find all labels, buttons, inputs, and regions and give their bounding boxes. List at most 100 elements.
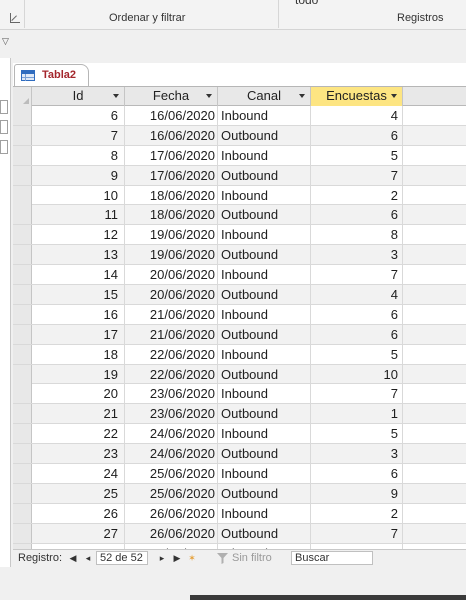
cell-id[interactable]: 13 [32, 245, 125, 265]
table-row[interactable]: 27 26/06/2020 Outbound 7 [13, 523, 466, 544]
cell-encuestas[interactable]: 7 [311, 384, 403, 404]
cell-id[interactable]: 16 [32, 304, 125, 324]
cell-encuestas[interactable]: 7 [311, 523, 403, 543]
next-record-icon[interactable]: ▸ [157, 552, 167, 564]
cell-canal[interactable]: Inbound [218, 424, 311, 444]
row-selector[interactable] [13, 205, 32, 225]
cell-encuestas[interactable]: 7 [311, 265, 403, 285]
nav-pane-button[interactable] [0, 100, 8, 114]
cell-id[interactable]: 26 [32, 503, 125, 523]
cell-fecha[interactable]: 16/06/2020 [125, 106, 218, 125]
new-record-icon[interactable]: ✶ [187, 552, 197, 564]
table-row[interactable]: 22 24/06/2020 Inbound 5 [13, 424, 466, 445]
cell-encuestas[interactable]: 6 [311, 205, 403, 225]
cell-canal[interactable]: Outbound [218, 165, 311, 185]
cell-id[interactable]: 20 [32, 384, 125, 404]
cell-id[interactable]: 23 [32, 444, 125, 464]
cell-id[interactable]: 9 [32, 165, 125, 185]
cell-fecha[interactable]: 23/06/2020 [125, 404, 218, 424]
cell-canal[interactable]: Inbound [218, 225, 311, 245]
cell-canal[interactable]: Inbound [218, 145, 311, 165]
cell-id[interactable]: 12 [32, 225, 125, 245]
cell-id[interactable]: 10 [32, 185, 125, 205]
cell-encuestas[interactable]: 6 [311, 125, 403, 145]
table-row[interactable]: 7 16/06/2020 Outbound 6 [13, 125, 466, 146]
cell-canal[interactable]: Inbound [218, 304, 311, 324]
cell-fecha[interactable]: 19/06/2020 [125, 245, 218, 265]
chevron-down-icon[interactable] [206, 94, 212, 98]
table-row[interactable]: 20 23/06/2020 Inbound 7 [13, 384, 466, 405]
row-selector[interactable] [13, 464, 32, 484]
cell-fecha[interactable]: 17/06/2020 [125, 145, 218, 165]
table-row[interactable]: 25 25/06/2020 Outbound 9 [13, 483, 466, 504]
cell-fecha[interactable]: 18/06/2020 [125, 205, 218, 225]
cell-id[interactable]: 22 [32, 424, 125, 444]
cell-canal[interactable]: Inbound [218, 265, 311, 285]
table-row[interactable]: 8 17/06/2020 Inbound 5 [13, 145, 466, 166]
cell-fecha[interactable]: 25/06/2020 [125, 483, 218, 503]
nav-pane-button[interactable] [0, 140, 8, 154]
first-record-icon[interactable]: ◀ [68, 552, 78, 564]
cell-canal[interactable]: Inbound [218, 503, 311, 523]
cell-encuestas[interactable]: 2 [311, 185, 403, 205]
cell-canal[interactable]: Outbound [218, 205, 311, 225]
cell-canal[interactable]: Outbound [218, 285, 311, 305]
cell-encuestas[interactable]: 10 [311, 364, 403, 384]
row-selector[interactable] [13, 344, 32, 364]
search-field[interactable]: Buscar [291, 551, 373, 565]
cell-encuestas[interactable]: 6 [311, 464, 403, 484]
cell-fecha[interactable]: 21/06/2020 [125, 304, 218, 324]
row-selector[interactable] [13, 265, 32, 285]
cell-canal[interactable]: Outbound [218, 125, 311, 145]
cell-encuestas[interactable]: 4 [311, 106, 403, 125]
table-row[interactable]: 11 18/06/2020 Outbound 6 [13, 205, 466, 226]
cell-encuestas[interactable]: 3 [311, 444, 403, 464]
chevron-down-icon[interactable] [299, 94, 305, 98]
record-counter-field[interactable]: 52 de 52 [96, 551, 148, 565]
cell-fecha[interactable]: 24/06/2020 [125, 424, 218, 444]
cell-fecha[interactable]: 20/06/2020 [125, 265, 218, 285]
row-selector[interactable] [13, 424, 32, 444]
table-row[interactable]: 26 26/06/2020 Inbound 2 [13, 503, 466, 524]
table-row[interactable]: 24 25/06/2020 Inbound 6 [13, 464, 466, 484]
cell-canal[interactable]: Outbound [218, 444, 311, 464]
cell-encuestas[interactable]: 7 [311, 165, 403, 185]
cell-id[interactable]: 14 [32, 265, 125, 285]
table-row[interactable]: 13 19/06/2020 Outbound 3 [13, 245, 466, 266]
row-selector[interactable] [13, 165, 32, 185]
cell-encuestas[interactable]: 6 [311, 324, 403, 344]
cell-id[interactable]: 24 [32, 464, 125, 484]
row-selector[interactable] [13, 384, 32, 404]
row-selector[interactable] [13, 523, 32, 543]
cell-canal[interactable]: Inbound [218, 384, 311, 404]
table-row[interactable]: 21 23/06/2020 Outbound 1 [13, 404, 466, 425]
cell-canal[interactable]: Outbound [218, 324, 311, 344]
cell-id[interactable]: 8 [32, 145, 125, 165]
cell-canal[interactable]: Outbound [218, 245, 311, 265]
cell-fecha[interactable]: 17/06/2020 [125, 165, 218, 185]
nav-pane-button[interactable] [0, 120, 8, 134]
cell-canal[interactable]: Inbound [218, 185, 311, 205]
cell-fecha[interactable]: 22/06/2020 [125, 364, 218, 384]
cell-canal[interactable]: Outbound [218, 523, 311, 543]
column-header-id[interactable]: Id [32, 87, 125, 106]
cell-fecha[interactable]: 22/06/2020 [125, 344, 218, 364]
cell-canal[interactable]: Outbound [218, 483, 311, 503]
row-selector[interactable] [13, 503, 32, 523]
cell-fecha[interactable]: 16/06/2020 [125, 125, 218, 145]
cell-id[interactable]: 21 [32, 404, 125, 424]
cell-fecha[interactable]: 18/06/2020 [125, 185, 218, 205]
cell-id[interactable]: 25 [32, 483, 125, 503]
table-row[interactable]: 15 20/06/2020 Outbound 4 [13, 285, 466, 305]
table-row[interactable]: 12 19/06/2020 Inbound 8 [13, 225, 466, 246]
column-header-canal[interactable]: Canal [218, 87, 311, 106]
table-row[interactable]: 23 24/06/2020 Outbound 3 [13, 444, 466, 465]
row-selector[interactable] [13, 185, 32, 205]
cell-fecha[interactable]: 20/06/2020 [125, 285, 218, 305]
row-selector[interactable] [13, 245, 32, 265]
table-row[interactable]: 16 21/06/2020 Inbound 6 [13, 304, 466, 325]
cell-fecha[interactable]: 26/06/2020 [125, 503, 218, 523]
cell-encuestas[interactable]: 3 [311, 245, 403, 265]
row-selector[interactable] [13, 304, 32, 324]
row-selector[interactable] [13, 404, 32, 424]
